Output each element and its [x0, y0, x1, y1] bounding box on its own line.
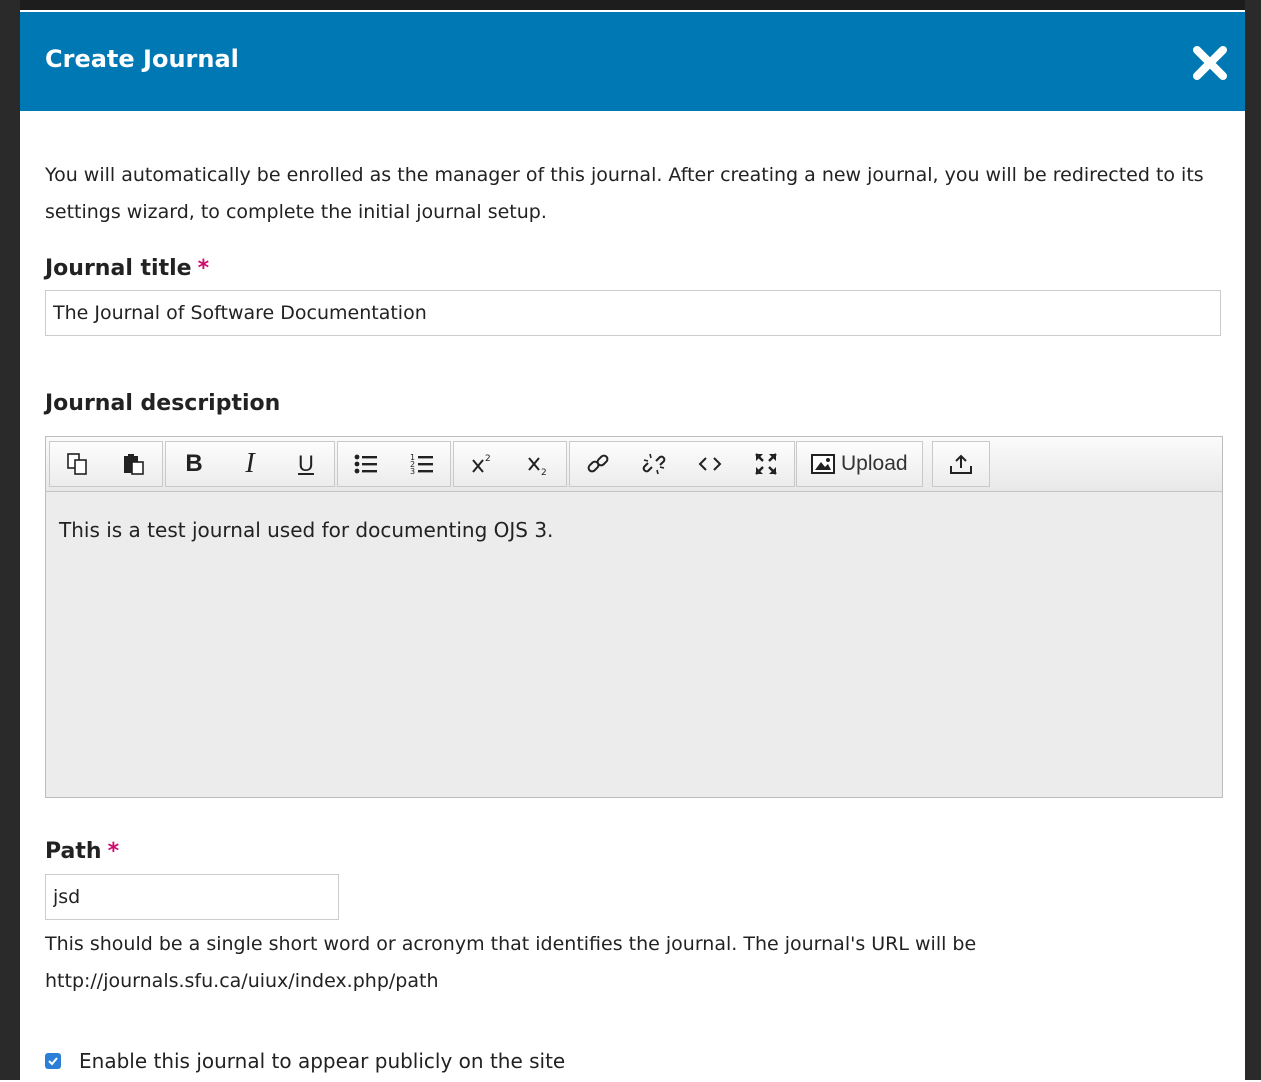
required-marker: * — [197, 256, 210, 281]
backdrop — [1245, 0, 1261, 1080]
path-help-line: This should be a single short word or ac… — [45, 933, 977, 955]
toolbar-group-upload — [932, 441, 990, 487]
copy-button[interactable] — [50, 442, 106, 486]
svg-text:2: 2 — [541, 468, 547, 477]
bullet-list-button[interactable] — [338, 442, 394, 486]
toolbar-group-script: 2 2 — [453, 441, 567, 487]
path-input[interactable] — [45, 874, 339, 920]
toolbar-group-image: Upload — [796, 441, 923, 487]
toolbar-group-insert — [569, 441, 795, 487]
unlink-icon — [642, 453, 666, 475]
close-button[interactable] — [1191, 44, 1229, 82]
italic-button[interactable]: I — [222, 442, 278, 486]
superscript-icon: 2 — [472, 454, 491, 473]
create-journal-modal: Create Journal You will automatically be… — [20, 12, 1245, 1082]
public-checkbox[interactable] — [45, 1053, 61, 1069]
image-icon — [811, 454, 835, 474]
numbered-list-icon: 1 2 3 — [410, 453, 433, 476]
italic-icon: I — [245, 448, 255, 479]
public-checkbox-label[interactable]: Enable this journal to appear publicly o… — [79, 1049, 565, 1073]
backdrop — [0, 0, 20, 1080]
copy-icon — [67, 453, 87, 475]
source-code-button[interactable] — [682, 442, 738, 486]
paste-icon — [124, 454, 144, 475]
upload-file-button[interactable] — [933, 442, 989, 486]
fullscreen-icon — [755, 453, 777, 475]
underline-button[interactable]: U — [278, 442, 334, 486]
path-help-text: This should be a single short word or ac… — [45, 926, 1225, 1000]
path-label: Path * — [45, 839, 119, 864]
fullscreen-button[interactable] — [738, 442, 794, 486]
numbered-list-button[interactable]: 1 2 3 — [394, 442, 450, 486]
bold-button[interactable]: B — [166, 442, 222, 486]
paste-button[interactable] — [106, 442, 162, 486]
journal-description-label: Journal description — [45, 391, 281, 416]
link-icon — [587, 454, 609, 473]
toolbar-group-clipboard — [49, 441, 163, 487]
path-label-text: Path — [45, 839, 102, 864]
link-button[interactable] — [570, 442, 626, 486]
underline-icon: U — [298, 451, 314, 476]
backdrop — [0, 0, 1261, 10]
intro-text: You will automatically be enrolled as th… — [45, 164, 1204, 223]
subscript-icon: 2 — [528, 457, 547, 477]
journal-title-label-text: Journal title — [45, 256, 192, 281]
toolbar-group-format: B I U — [165, 441, 335, 487]
rich-text-editor: B I U 1 2 3 2 2 Upload This is a test jo… — [45, 436, 1223, 798]
unlink-button[interactable] — [626, 442, 682, 486]
public-checkbox-row: Enable this journal to appear publicly o… — [45, 1049, 565, 1073]
code-icon — [698, 457, 722, 471]
superscript-button[interactable]: 2 — [454, 442, 510, 486]
subscript-button[interactable]: 2 — [510, 442, 566, 486]
modal-title: Create Journal — [45, 45, 239, 73]
toolbar-group-lists: 1 2 3 — [337, 441, 451, 487]
journal-title-input[interactable] — [45, 290, 1221, 336]
close-icon — [1193, 46, 1227, 80]
bullet-list-icon — [354, 454, 377, 474]
journal-title-label: Journal title * — [45, 256, 209, 281]
path-url-example: http://journals.sfu.ca/uiux/index.php/pa… — [45, 970, 439, 992]
bold-icon: B — [185, 450, 203, 477]
checkmark-icon — [48, 1057, 58, 1066]
editor-content[interactable]: This is a test journal used for document… — [46, 492, 1222, 568]
required-marker: * — [107, 839, 120, 864]
svg-text:2: 2 — [485, 454, 491, 464]
editor-toolbar: B I U 1 2 3 2 2 Upload — [46, 437, 1222, 492]
upload-image-button[interactable]: Upload — [797, 442, 922, 486]
upload-label: Upload — [841, 452, 908, 475]
modal-header: Create Journal — [20, 12, 1245, 111]
svg-text:3: 3 — [410, 467, 415, 476]
upload-icon — [950, 454, 972, 474]
